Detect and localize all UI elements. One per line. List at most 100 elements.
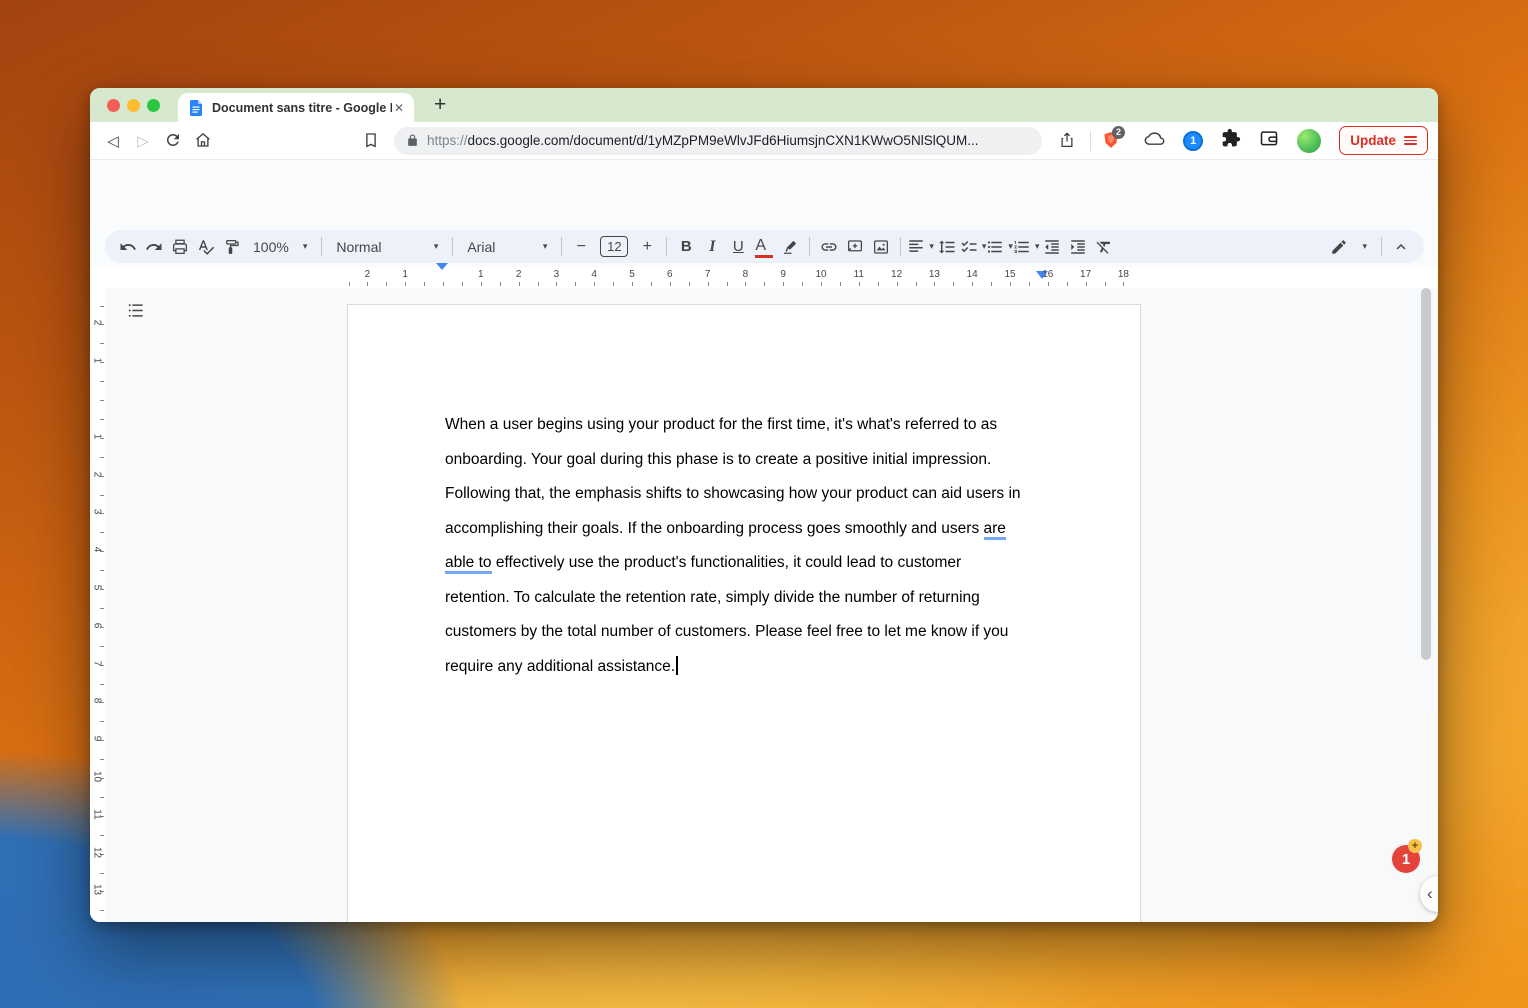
ruler-number: 6 bbox=[92, 615, 103, 635]
divider bbox=[321, 237, 322, 256]
increase-indent-button[interactable] bbox=[1065, 234, 1091, 260]
ruler-tick bbox=[802, 282, 803, 286]
tab-close-icon[interactable]: ✕ bbox=[392, 101, 406, 115]
back-button[interactable]: ◁ bbox=[98, 132, 128, 150]
brave-shield-icon[interactable]: 2 bbox=[1099, 131, 1123, 149]
horizontal-ruler[interactable]: 21123456789101112131415161718 bbox=[90, 267, 1438, 288]
bulleted-list-button[interactable]: ▾ bbox=[986, 234, 1013, 260]
forward-button[interactable]: ▷ bbox=[128, 132, 158, 150]
wallet-icon[interactable] bbox=[1259, 128, 1279, 153]
document-text[interactable]: When a user begins using your product fo… bbox=[445, 408, 1021, 684]
styles-select[interactable]: Normal▾ bbox=[328, 234, 446, 260]
document-line[interactable]: When a user begins using your product fo… bbox=[445, 408, 1021, 443]
onepassword-icon[interactable]: 1 bbox=[1183, 131, 1203, 151]
ruler-tick bbox=[651, 282, 652, 286]
redo-button[interactable] bbox=[141, 234, 167, 260]
share-page-icon[interactable] bbox=[1052, 131, 1082, 149]
align-button[interactable]: ▾ bbox=[907, 234, 934, 260]
browser-tab-strip: Document sans titre - Google D ✕ + bbox=[90, 88, 1438, 122]
text-run: retention. To calculate the retention ra… bbox=[445, 589, 980, 606]
clear-formatting-button[interactable] bbox=[1091, 234, 1117, 260]
vertical-ruler[interactable]: 2112345678910111213 bbox=[90, 288, 105, 922]
text-run: accomplishing their goals. If the onboar… bbox=[445, 520, 984, 537]
highlight-color-button[interactable] bbox=[777, 234, 803, 260]
ruler-tick bbox=[100, 684, 104, 685]
ruler-tick bbox=[100, 343, 104, 344]
ruler-number: 4 bbox=[584, 269, 604, 280]
document-line[interactable]: customers by the total number of custome… bbox=[445, 615, 1021, 650]
line-spacing-button[interactable] bbox=[934, 234, 960, 260]
browser-profile-avatar[interactable] bbox=[1297, 129, 1321, 153]
divider bbox=[666, 237, 667, 256]
ruler-tick bbox=[100, 646, 104, 647]
font-size-input[interactable]: 12 bbox=[600, 236, 628, 257]
document-line[interactable]: Following that, the emphasis shifts to s… bbox=[445, 477, 1021, 512]
window-close-button[interactable] bbox=[107, 99, 120, 112]
ruler-tick bbox=[100, 400, 104, 401]
badge-plus-icon: + bbox=[1408, 839, 1422, 853]
ruler-number: 12 bbox=[887, 269, 907, 280]
reload-button[interactable] bbox=[158, 131, 188, 149]
italic-button[interactable]: I bbox=[699, 234, 725, 260]
ruler-number: 17 bbox=[1076, 269, 1096, 280]
ruler-tick bbox=[689, 282, 690, 286]
ruler-tick bbox=[1010, 282, 1011, 286]
document-line[interactable]: able to effectively use the product's fu… bbox=[445, 546, 1021, 581]
document-line[interactable]: onboarding. Your goal during this phase … bbox=[445, 443, 1021, 478]
document-line[interactable]: accomplishing their goals. If the onboar… bbox=[445, 512, 1021, 547]
print-button[interactable] bbox=[167, 234, 193, 260]
browser-window: Document sans titre - Google D ✕ + ◁ ▷ h… bbox=[90, 88, 1438, 922]
bookmark-icon[interactable] bbox=[356, 131, 386, 149]
ruler-tick bbox=[1048, 282, 1049, 286]
decrease-font-size-button[interactable]: − bbox=[568, 234, 594, 260]
font-select[interactable]: Arial▾ bbox=[459, 234, 555, 260]
update-button[interactable]: Update bbox=[1339, 126, 1428, 155]
scrollbar-thumb[interactable] bbox=[1421, 288, 1431, 660]
ruler-tick bbox=[100, 721, 104, 722]
ruler-tick bbox=[556, 282, 557, 286]
ruler-tick bbox=[100, 910, 104, 911]
notification-badge[interactable]: 1 + bbox=[1392, 845, 1420, 873]
paint-format-button[interactable] bbox=[219, 234, 245, 260]
ruler-number: 1 bbox=[92, 426, 103, 446]
document-line[interactable]: retention. To calculate the retention ra… bbox=[445, 581, 1021, 616]
show-side-panel-button[interactable]: ‹ bbox=[1420, 876, 1438, 912]
editing-mode-button[interactable]: ▾ bbox=[1322, 234, 1375, 260]
ruler-number: 9 bbox=[92, 729, 103, 749]
underline-button[interactable]: U bbox=[725, 234, 751, 260]
insert-link-button[interactable] bbox=[816, 234, 842, 260]
ruler-tick bbox=[594, 282, 595, 286]
bold-button[interactable]: B bbox=[673, 234, 699, 260]
extensions-puzzle-icon[interactable] bbox=[1221, 128, 1241, 153]
zoom-select[interactable]: 100%▾ bbox=[245, 234, 315, 260]
new-tab-button[interactable]: + bbox=[428, 91, 452, 119]
ruler-tick bbox=[972, 282, 973, 286]
hide-menus-button[interactable] bbox=[1388, 234, 1414, 260]
undo-button[interactable] bbox=[115, 234, 141, 260]
divider bbox=[1381, 237, 1382, 256]
home-button[interactable] bbox=[188, 131, 218, 149]
address-bar[interactable]: https://docs.google.com/document/d/1yMZp… bbox=[394, 127, 1042, 155]
text-color-button[interactable]: A bbox=[751, 234, 777, 260]
ruler-tick bbox=[386, 282, 387, 286]
add-comment-button[interactable] bbox=[842, 234, 868, 260]
ruler-tick bbox=[934, 282, 935, 286]
document-outline-icon[interactable] bbox=[126, 301, 145, 325]
checklist-button[interactable]: ▾ bbox=[960, 234, 987, 260]
browser-tab[interactable]: Document sans titre - Google D ✕ bbox=[178, 93, 414, 122]
insert-image-button[interactable] bbox=[868, 234, 894, 260]
spell-check-button[interactable] bbox=[193, 234, 219, 260]
ruler-tick bbox=[100, 797, 104, 798]
numbered-list-button[interactable]: ▾ bbox=[1013, 234, 1040, 260]
document-page[interactable]: When a user begins using your product fo… bbox=[347, 304, 1141, 922]
text-run: effectively use the product's functional… bbox=[492, 554, 962, 571]
ruler-tick bbox=[462, 282, 463, 286]
ruler-number: 3 bbox=[546, 269, 566, 280]
window-zoom-button[interactable] bbox=[147, 99, 160, 112]
chevron-left-icon: ‹ bbox=[1427, 884, 1433, 904]
document-line[interactable]: require any additional assistance. bbox=[445, 650, 1021, 685]
window-minimize-button[interactable] bbox=[127, 99, 140, 112]
cloud-sync-icon[interactable] bbox=[1144, 128, 1165, 154]
increase-font-size-button[interactable]: + bbox=[634, 234, 660, 260]
decrease-indent-button[interactable] bbox=[1039, 234, 1065, 260]
